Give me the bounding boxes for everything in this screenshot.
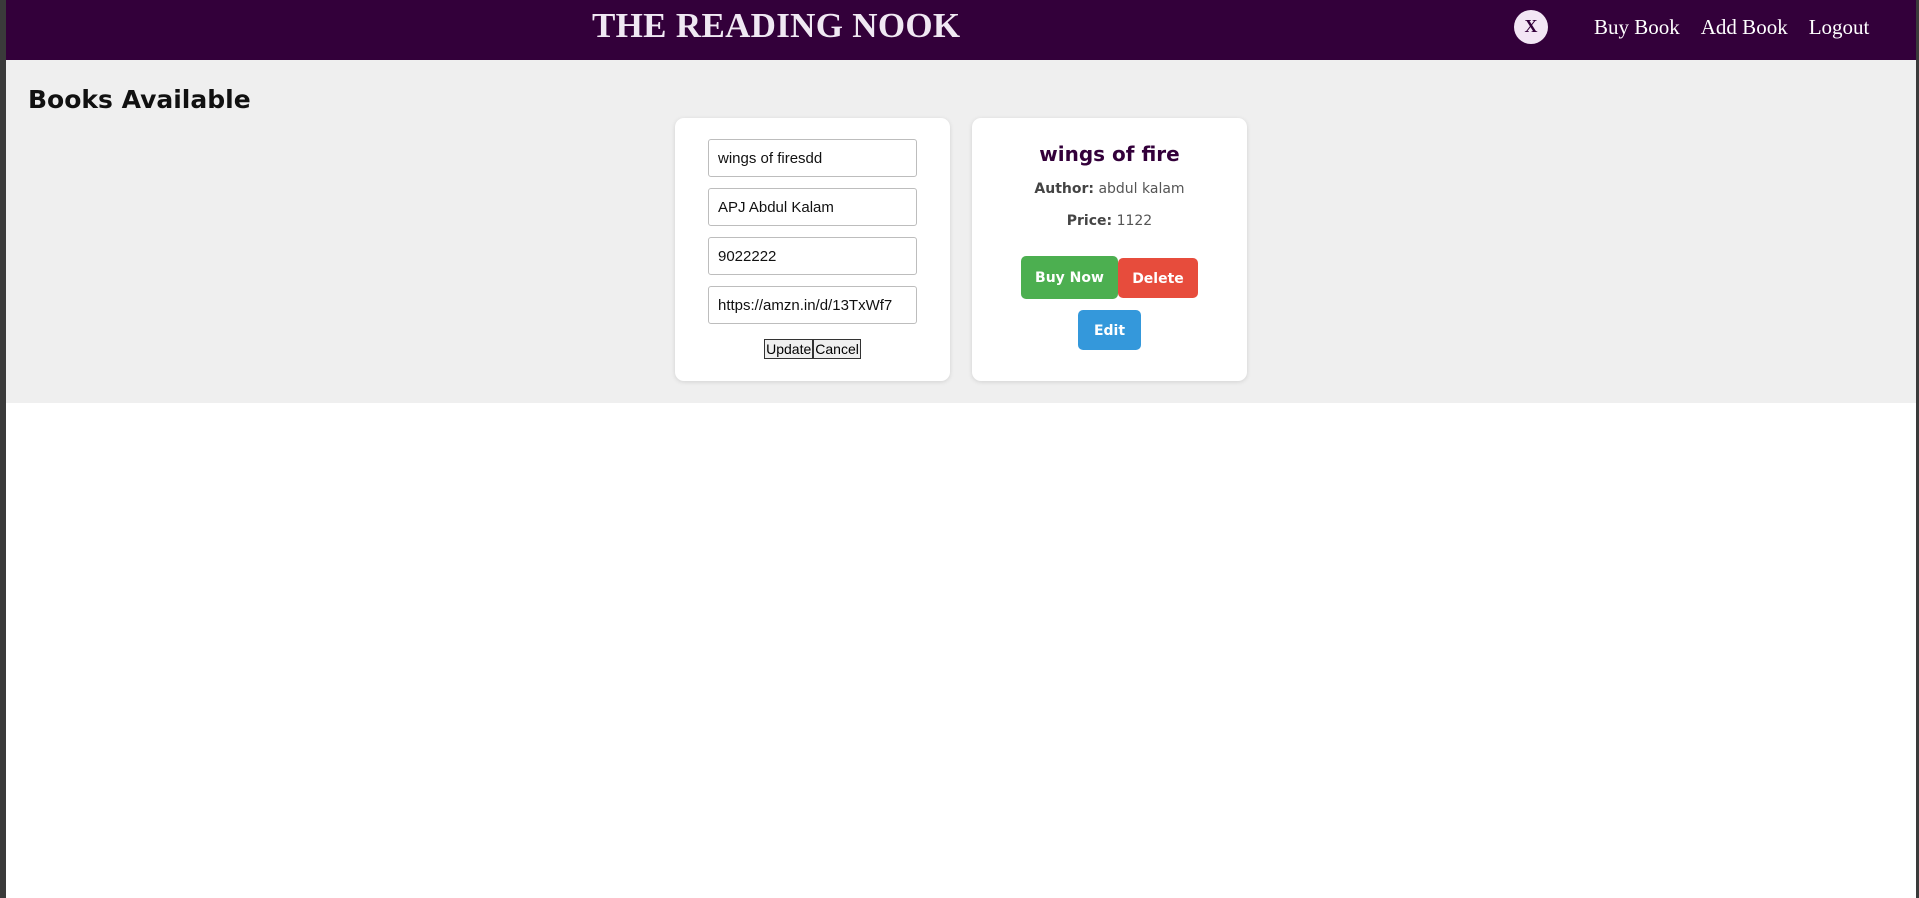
price-value: 1122 <box>1116 213 1153 229</box>
close-button[interactable]: X <box>1514 10 1548 44</box>
nav-link-add-book[interactable]: Add Book <box>1701 15 1788 40</box>
nav-links: Buy Book Add Book Logout <box>1594 0 1869 54</box>
edit-form-actions: Update Cancel <box>675 339 950 359</box>
price-label: Price: <box>1066 213 1113 229</box>
book-title: wings of fire <box>1039 142 1180 166</box>
author-input[interactable] <box>708 188 917 226</box>
nav-link-buy-book[interactable]: Buy Book <box>1594 15 1680 40</box>
author-value: abdul kalam <box>1098 181 1185 197</box>
author-label: Author: <box>1034 181 1094 197</box>
delete-button[interactable]: Delete <box>1118 258 1198 298</box>
edit-button[interactable]: Edit <box>1078 310 1141 350</box>
link-input[interactable] <box>708 286 917 324</box>
book-author: Author: abdul kalam <box>972 181 1247 197</box>
price-input[interactable] <box>708 237 917 275</box>
book-price: Price: 1122 <box>972 213 1247 229</box>
brand-title: THE READING NOOK <box>592 6 961 45</box>
edit-book-card: UpdateCancel <box>675 118 950 381</box>
cancel-button[interactable]: Cancel <box>813 339 861 359</box>
page-title: Books Available <box>28 85 251 114</box>
update-button[interactable]: Update <box>764 339 814 359</box>
nav-link-logout[interactable]: Logout <box>1809 15 1870 40</box>
navbar: THE READING NOOK X Buy Book Add Book Log… <box>6 0 1916 60</box>
book-actions: Buy Now Delete <box>972 256 1247 299</box>
buy-now-button[interactable]: Buy Now <box>1021 256 1118 299</box>
book-card: wings of fire Author: abdul kalam Price:… <box>972 118 1247 381</box>
books-section: Books Available UpdateCancel wings of fi… <box>6 60 1916 403</box>
title-input[interactable] <box>708 139 917 177</box>
